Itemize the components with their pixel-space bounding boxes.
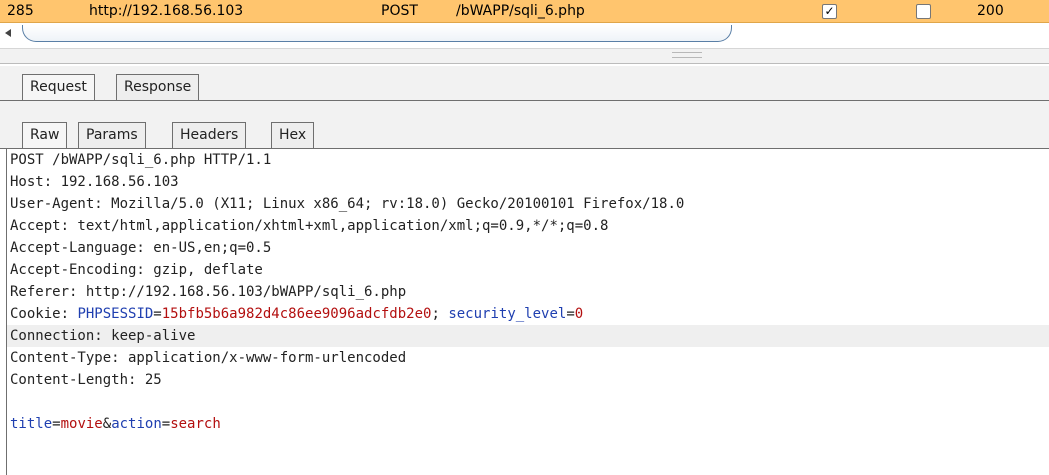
tab-request[interactable]: Request — [22, 74, 95, 100]
history-row-selected[interactable]: 285 http://192.168.56.103 POST /bWAPP/sq… — [0, 0, 1049, 23]
body-ampersand: & — [102, 416, 112, 432]
row-status: 200 — [977, 3, 1004, 19]
body-equals: = — [52, 416, 61, 432]
request-response-tabbar: Request Response — [0, 66, 1049, 101]
cookie-separator: ; — [431, 306, 449, 322]
body-param-name: title — [10, 416, 53, 432]
header-user-agent: User-Agent: Mozilla/5.0 (X11; Linux x86_… — [10, 196, 685, 212]
header-accept: Accept: text/html,application/xhtml+xml,… — [10, 218, 609, 234]
header-connection: Connection: keep-alive — [7, 325, 1049, 347]
cookie-value-phpsessid: 15bfb5b6a982d4c86ee9096adcfdb2e0 — [161, 306, 432, 322]
message-view-tabbar: Raw Params Headers Hex — [0, 114, 1049, 149]
header-cookie: Cookie: PHPSESSID=15bfb5b6a982d4c86ee909… — [7, 303, 1049, 325]
tab-params[interactable]: Params — [78, 122, 146, 148]
cookie-name-phpsessid: PHPSESSID — [77, 306, 154, 322]
row-host: http://192.168.56.103 — [89, 3, 244, 19]
request-line: POST /bWAPP/sqli_6.php HTTP/1.1 — [10, 152, 272, 168]
header-host: Host: 192.168.56.103 — [10, 174, 179, 190]
cookie-value-security-level: 0 — [574, 306, 584, 322]
tab-raw[interactable]: Raw — [22, 122, 68, 148]
edited-checkbox[interactable] — [916, 4, 931, 19]
row-method: POST — [381, 3, 418, 19]
body-param-value: search — [170, 416, 221, 432]
request-body: title=movie&action=search — [7, 413, 1049, 435]
header-accept-language: Accept-Language: en-US,en;q=0.5 — [10, 240, 272, 256]
horizontal-scrollbar[interactable] — [0, 23, 1049, 43]
header-content-length: Content-Length: 25 — [10, 372, 162, 388]
cookie-label: Cookie: — [10, 306, 78, 322]
cookie-equals: = — [153, 306, 162, 322]
tab-response[interactable]: Response — [116, 74, 200, 100]
tab-pane-separator — [0, 101, 1049, 115]
tab-headers[interactable]: Headers — [172, 122, 247, 148]
pane-splitter[interactable] — [0, 48, 1049, 64]
scroll-left-arrow-icon[interactable] — [5, 29, 11, 37]
raw-request-editor[interactable]: POST /bWAPP/sqli_6.php HTTP/1.1 Host: 19… — [6, 149, 1049, 475]
row-url: /bWAPP/sqli_6.php — [456, 3, 585, 19]
params-checkbox[interactable]: ✓ — [822, 4, 837, 19]
splitter-grip-icon[interactable] — [672, 52, 702, 58]
row-id: 285 — [7, 3, 34, 19]
body-equals: = — [161, 416, 171, 432]
header-content-type: Content-Type: application/x-www-form-url… — [10, 350, 407, 366]
tab-hex[interactable]: Hex — [271, 122, 315, 148]
body-param-name: action — [111, 416, 162, 432]
scrollbar-thumb[interactable] — [22, 25, 732, 42]
header-referer: Referer: http://192.168.56.103/bWAPP/sql… — [10, 284, 407, 300]
body-param-value: movie — [60, 416, 103, 432]
cookie-equals: = — [566, 306, 575, 322]
cookie-name-security-level: security_level — [448, 306, 567, 322]
header-accept-encoding: Accept-Encoding: gzip, deflate — [10, 262, 263, 278]
